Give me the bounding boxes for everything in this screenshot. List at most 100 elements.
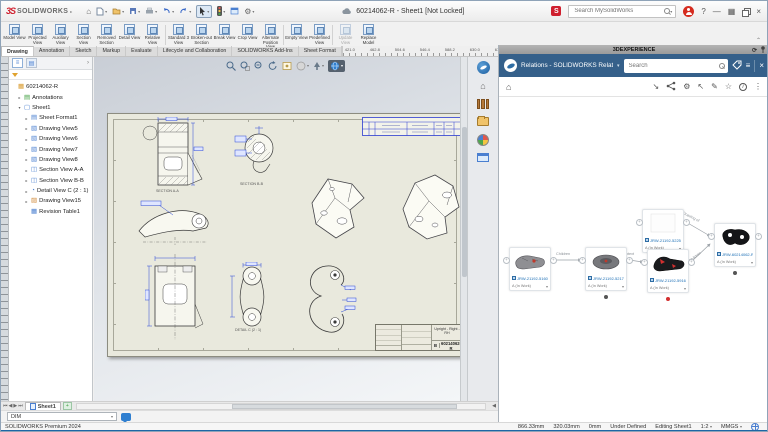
zoom-in-out-icon[interactable] bbox=[254, 61, 264, 71]
home-button[interactable]: ⌂ bbox=[86, 7, 91, 16]
tree-item-section-view-a-a[interactable]: ▸◫ Section View A-A bbox=[11, 165, 92, 175]
ribbon-collapse-chevron-icon[interactable]: ⌃ bbox=[756, 37, 761, 44]
search-icon[interactable] bbox=[664, 8, 670, 14]
mysolidworks-search-input[interactable] bbox=[572, 7, 664, 15]
tree-item-revision-table1[interactable]: ▦ Revision Table1 bbox=[11, 207, 92, 217]
close-button[interactable]: × bbox=[756, 7, 761, 16]
sheet-tab-sheet1[interactable]: Sheet1 bbox=[25, 402, 61, 410]
status-unit-system[interactable]: MMGS ▾ bbox=[721, 424, 742, 430]
help-button[interactable]: ? bbox=[701, 7, 705, 16]
3dexperience-compass-icon[interactable] bbox=[477, 61, 490, 74]
title-block[interactable]: Upright - Right - RH B 60214062-R bbox=[375, 324, 463, 351]
broken-out-section-button[interactable]: Broken-out Section bbox=[190, 23, 213, 47]
file-explorer-icon[interactable] bbox=[477, 115, 490, 128]
tag-icon[interactable] bbox=[732, 60, 742, 72]
relation-node[interactable]: JRW-21192-52256 A (In Work)▾ bbox=[642, 209, 684, 253]
file-properties-button[interactable] bbox=[230, 7, 239, 15]
replace-model-button[interactable]: Replace Model bbox=[357, 23, 380, 47]
empty-view-button[interactable]: Empty View bbox=[285, 23, 308, 47]
panel-menu-icon[interactable]: ≡ bbox=[746, 61, 751, 70]
relative-view-button[interactable]: Relative View bbox=[141, 23, 164, 47]
display-style-icon[interactable]: ▾ bbox=[296, 61, 309, 71]
next-sheet-button[interactable]: ▶ bbox=[13, 403, 17, 409]
detail-view-button[interactable]: Detail View bbox=[118, 23, 141, 47]
app-title-chevron-icon[interactable]: ▾ bbox=[617, 63, 620, 69]
relation-node[interactable]: JRW-21192-51605 A (In Work)▾ bbox=[509, 247, 551, 291]
panel-app-title[interactable]: Relations - SOLIDWORKS Relatio... bbox=[521, 62, 613, 69]
undo-button[interactable]: ▾ bbox=[162, 7, 174, 15]
tab-lifecycle-and-collaboration[interactable]: Lifecycle and Collaboration bbox=[158, 46, 233, 56]
rebuild-button[interactable]: ▾ bbox=[217, 6, 225, 16]
restore-button[interactable] bbox=[742, 8, 749, 15]
predefined-view-button[interactable]: Predefined View bbox=[308, 23, 331, 47]
drawing-sheet[interactable]: SECTION A-A SECTION B-B bbox=[107, 113, 463, 357]
drawing-view-section-a[interactable]: SECTION A-A bbox=[142, 117, 205, 197]
drawing-view-yoke[interactable] bbox=[295, 260, 357, 347]
tree-item-section-view-b-b[interactable]: ▸◫ Section View B-B bbox=[11, 176, 92, 186]
edit-pencil-icon[interactable]: ✎ bbox=[711, 82, 718, 91]
zoom-to-fit-icon[interactable] bbox=[226, 61, 236, 71]
node-expand-icon[interactable]: ▾ bbox=[751, 260, 753, 265]
removed-section-button[interactable]: Removed Section bbox=[95, 23, 118, 47]
tree-item-annotations[interactable]: ▸▤ Annotations bbox=[11, 92, 92, 102]
graphics-vertical-scrollbar[interactable] bbox=[460, 57, 467, 401]
panel-search-icon[interactable] bbox=[719, 63, 725, 69]
alternate-position-view-button[interactable]: Alternate Position View bbox=[259, 23, 282, 47]
hide-show-items-icon[interactable]: ▾ bbox=[313, 61, 324, 71]
settings-gear-icon[interactable]: ⚙ bbox=[683, 82, 690, 91]
status-sheet-scale[interactable]: 1:2 ▾ bbox=[701, 424, 712, 430]
user-login-badge[interactable] bbox=[683, 6, 694, 17]
sheet-properties-icon[interactable] bbox=[282, 61, 292, 71]
drawing-view-clamp[interactable]: DETAIL C (2 : 1) bbox=[225, 262, 279, 335]
model-view-button[interactable]: Model View bbox=[3, 23, 26, 47]
break-view-button[interactable]: Break View bbox=[213, 23, 236, 47]
open-button[interactable]: ▾ bbox=[112, 7, 124, 15]
appearances-icon[interactable] bbox=[477, 133, 490, 146]
tree-item-drawing-view5[interactable]: ▸▧ Drawing View5 bbox=[11, 124, 92, 134]
relation-node[interactable]: JRW-21192-52174 A (In Work)▾ bbox=[585, 247, 627, 291]
search-dropdown-icon[interactable]: ▾ bbox=[670, 9, 672, 14]
logo-chevron-icon[interactable]: ▸ bbox=[70, 9, 72, 14]
tree-root[interactable]: ▦ 60214062-R bbox=[11, 82, 92, 92]
node-expand-icon[interactable]: ▾ bbox=[622, 284, 624, 289]
solidworks-resources-icon[interactable]: ⌂ bbox=[477, 79, 490, 92]
tab-sheet-format[interactable]: Sheet Format bbox=[299, 46, 342, 56]
relations-graph-canvas[interactable]: Children Context Drawing of Children JRW… bbox=[499, 97, 768, 422]
standard-3-view-button[interactable]: Standard 3 View bbox=[167, 23, 190, 47]
crop-view-button[interactable]: Crop View bbox=[236, 23, 259, 47]
feature-manager-overflow-icon[interactable]: › bbox=[87, 60, 89, 66]
tree-item-drawing-view15[interactable]: ▸▨ Drawing View15 bbox=[11, 196, 92, 206]
design-library-icon[interactable] bbox=[477, 97, 490, 110]
tab-sketch[interactable]: Sketch bbox=[70, 46, 97, 56]
drawing-view-section-b[interactable]: SECTION B-B bbox=[234, 124, 275, 180]
redo-button[interactable]: ▾ bbox=[179, 7, 191, 15]
custom-properties-icon[interactable] bbox=[477, 151, 490, 164]
last-sheet-button[interactable]: ⏭ bbox=[18, 403, 23, 409]
first-sheet-button[interactable]: ⏮ bbox=[3, 403, 8, 409]
feature-tree-tab[interactable]: ≡ bbox=[12, 58, 23, 68]
panel-close-icon[interactable]: × bbox=[759, 61, 764, 70]
property-manager-tab[interactable]: ▤ bbox=[26, 58, 37, 68]
add-sheet-button[interactable]: + bbox=[63, 402, 72, 410]
view-settings-globe-icon[interactable]: ▾ bbox=[328, 60, 345, 72]
new-document-button[interactable]: ▾ bbox=[96, 7, 107, 16]
pane-collapse-button[interactable]: ◀ bbox=[492, 403, 496, 409]
relation-node[interactable]: JRW-60214062-R A (In Work)▾ bbox=[714, 223, 756, 267]
favorite-star-icon[interactable]: ☆ bbox=[725, 82, 732, 91]
more-options-icon[interactable]: ⋮ bbox=[754, 82, 762, 91]
relations-home-icon[interactable]: ⌂ bbox=[506, 82, 511, 92]
tree-item-sheet-format1[interactable]: ▸▤ Sheet Format1 bbox=[11, 113, 92, 123]
tab-drawing[interactable]: Drawing bbox=[1, 46, 34, 56]
panel-refresh-icon[interactable]: ⟳ bbox=[752, 47, 757, 54]
drawing-view-isometric-2[interactable] bbox=[395, 169, 464, 242]
tab-evaluate[interactable]: Evaluate bbox=[126, 46, 158, 56]
compass-icon[interactable] bbox=[504, 59, 517, 72]
tree-item-drawing-view6[interactable]: ▸▧ Drawing View6 bbox=[11, 134, 92, 144]
relation-node[interactable]: JRW-21192-59165 A (In Work)▾ bbox=[647, 249, 689, 293]
revision-table[interactable] bbox=[362, 117, 463, 136]
expand-arrow-icon[interactable]: ↘ bbox=[653, 82, 660, 91]
drawing-view-arm[interactable] bbox=[135, 197, 215, 245]
graphics-area[interactable]: ▾ ▾ ▾ bbox=[94, 57, 467, 401]
tree-item-detail-view-c[interactable]: ▸◔ Detail View C (2 : 1) bbox=[11, 186, 92, 196]
rotate-view-icon[interactable] bbox=[268, 61, 278, 71]
